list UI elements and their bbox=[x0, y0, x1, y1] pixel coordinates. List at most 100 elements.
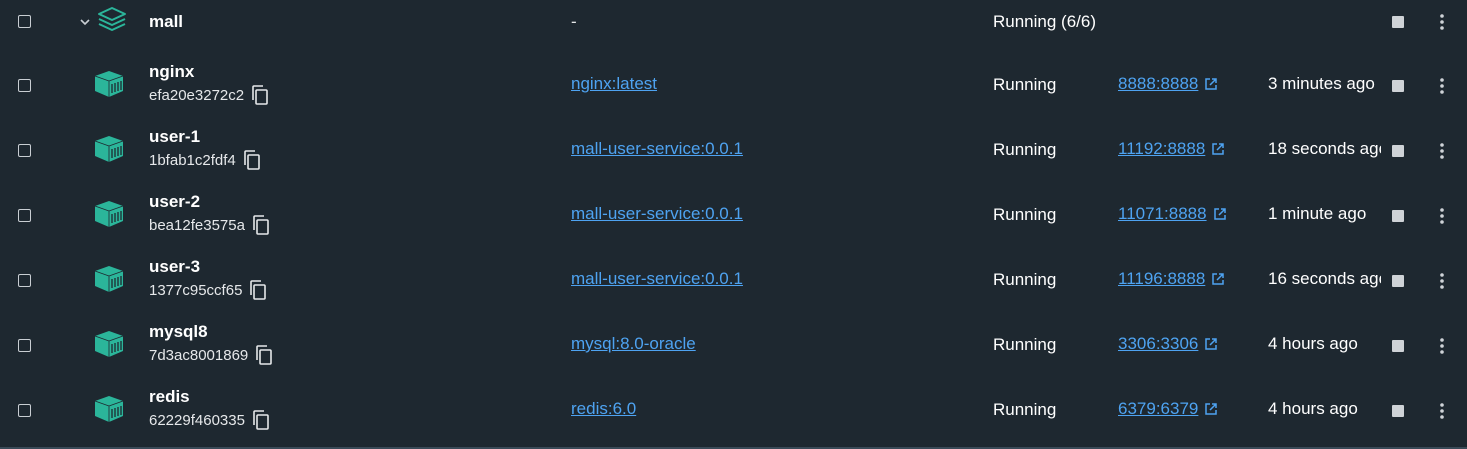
container-icon bbox=[94, 201, 124, 227]
image-link[interactable]: mall-user-service:0.0.1 bbox=[571, 139, 743, 159]
stop-button[interactable] bbox=[1392, 210, 1404, 222]
started-time: 18 seconds ago bbox=[1268, 139, 1381, 158]
chevron-down-icon[interactable] bbox=[78, 15, 92, 29]
image-link[interactable]: mall-user-service:0.0.1 bbox=[571, 269, 743, 289]
container-row[interactable]: user-3 1377c95ccf65 mall-user-service:0.… bbox=[0, 249, 1467, 314]
row-checkbox[interactable] bbox=[18, 144, 31, 157]
copy-icon[interactable] bbox=[251, 409, 271, 431]
more-options-icon[interactable] bbox=[1436, 77, 1448, 95]
copy-icon[interactable] bbox=[250, 84, 270, 106]
started-time: 1 minute ago bbox=[1268, 204, 1367, 223]
more-options-icon[interactable] bbox=[1436, 272, 1448, 290]
more-options-icon[interactable] bbox=[1436, 13, 1448, 31]
row-checkbox[interactable] bbox=[18, 339, 31, 352]
container-row[interactable]: user-1 1bfab1c2fdf4 mall-user-service:0.… bbox=[0, 119, 1467, 184]
stack-icon bbox=[98, 7, 126, 31]
group-image: - bbox=[571, 12, 577, 31]
container-name[interactable]: nginx bbox=[149, 62, 194, 82]
row-checkbox[interactable] bbox=[18, 209, 31, 222]
copy-icon[interactable] bbox=[251, 214, 271, 236]
external-link-icon[interactable] bbox=[1204, 337, 1218, 351]
group-status: Running (6/6) bbox=[993, 12, 1097, 31]
external-link-icon[interactable] bbox=[1211, 272, 1225, 286]
port-link[interactable]: 3306:3306 bbox=[1118, 334, 1218, 354]
container-row[interactable]: redis 62229f460335 redis:6.0 Running 637… bbox=[0, 379, 1467, 444]
image-link[interactable]: mysql:8.0-oracle bbox=[571, 334, 696, 354]
containers-table: mall - Running (6/6) nginx efa20e3272c2 bbox=[0, 0, 1467, 449]
container-icon bbox=[94, 266, 124, 292]
port-text[interactable]: 8888:8888 bbox=[1118, 74, 1198, 94]
external-link-icon[interactable] bbox=[1213, 207, 1227, 221]
container-id-text: 62229f460335 bbox=[149, 411, 245, 429]
row-checkbox[interactable] bbox=[18, 274, 31, 287]
container-status: Running bbox=[993, 270, 1057, 289]
stop-button[interactable] bbox=[1392, 405, 1404, 417]
container-id: efa20e3272c2 bbox=[149, 84, 270, 106]
container-icon bbox=[94, 396, 124, 422]
container-row[interactable]: nginx efa20e3272c2 nginx:latest Running … bbox=[0, 54, 1467, 119]
container-status: Running bbox=[993, 335, 1057, 354]
image-link[interactable]: mall-user-service:0.0.1 bbox=[571, 204, 743, 224]
container-row[interactable]: mysql8 7d3ac8001869 mysql:8.0-oracle Run… bbox=[0, 314, 1467, 379]
copy-icon[interactable] bbox=[254, 344, 274, 366]
port-text[interactable]: 11192:8888 bbox=[1118, 139, 1205, 159]
more-options-icon[interactable] bbox=[1436, 142, 1448, 160]
container-name[interactable]: user-1 bbox=[149, 127, 200, 147]
container-name[interactable]: mysql8 bbox=[149, 322, 208, 342]
port-text[interactable]: 11196:8888 bbox=[1118, 269, 1205, 289]
started-time: 16 seconds ago bbox=[1268, 269, 1381, 288]
container-row[interactable]: user-2 bea12fe3575a mall-user-service:0.… bbox=[0, 184, 1467, 249]
container-status: Running bbox=[993, 205, 1057, 224]
container-status: Running bbox=[993, 400, 1057, 419]
container-icon bbox=[94, 331, 124, 357]
row-checkbox[interactable] bbox=[18, 79, 31, 92]
port-link[interactable]: 11192:8888 bbox=[1118, 139, 1225, 159]
more-options-icon[interactable] bbox=[1436, 402, 1448, 420]
external-link-icon[interactable] bbox=[1204, 77, 1218, 91]
container-name[interactable]: redis bbox=[149, 387, 190, 407]
port-link[interactable]: 8888:8888 bbox=[1118, 74, 1218, 94]
container-id: 62229f460335 bbox=[149, 409, 271, 431]
container-name[interactable]: user-2 bbox=[149, 192, 200, 212]
port-text[interactable]: 11071:8888 bbox=[1118, 204, 1207, 224]
more-options-icon[interactable] bbox=[1436, 207, 1448, 225]
port-text[interactable]: 6379:6379 bbox=[1118, 399, 1198, 419]
container-id: 7d3ac8001869 bbox=[149, 344, 274, 366]
port-link[interactable]: 11196:8888 bbox=[1118, 269, 1225, 289]
external-link-icon[interactable] bbox=[1211, 142, 1225, 156]
image-link[interactable]: nginx:latest bbox=[571, 74, 657, 94]
container-id-text: 7d3ac8001869 bbox=[149, 346, 249, 364]
container-status: Running bbox=[993, 140, 1057, 159]
copy-icon[interactable] bbox=[248, 279, 268, 301]
group-name[interactable]: mall bbox=[149, 12, 183, 32]
container-id-text: 1377c95ccf65 bbox=[149, 281, 243, 299]
copy-icon[interactable] bbox=[242, 149, 262, 171]
container-id: 1bfab1c2fdf4 bbox=[149, 149, 262, 171]
group-checkbox[interactable] bbox=[18, 15, 31, 28]
started-time: 4 hours ago bbox=[1268, 399, 1358, 418]
stop-button[interactable] bbox=[1392, 80, 1404, 92]
container-id: bea12fe3575a bbox=[149, 214, 271, 236]
container-id-text: 1bfab1c2fdf4 bbox=[149, 151, 236, 169]
container-icon bbox=[94, 136, 124, 162]
more-options-icon[interactable] bbox=[1436, 337, 1448, 355]
stop-button[interactable] bbox=[1392, 16, 1404, 28]
container-name[interactable]: user-3 bbox=[149, 257, 200, 277]
port-text[interactable]: 3306:3306 bbox=[1118, 334, 1198, 354]
stop-button[interactable] bbox=[1392, 340, 1404, 352]
external-link-icon[interactable] bbox=[1204, 402, 1218, 416]
port-link[interactable]: 11071:8888 bbox=[1118, 204, 1227, 224]
row-checkbox[interactable] bbox=[18, 404, 31, 417]
port-link[interactable]: 6379:6379 bbox=[1118, 399, 1218, 419]
container-status: Running bbox=[993, 75, 1057, 94]
started-time: 3 minutes ago bbox=[1268, 74, 1375, 93]
container-id-text: bea12fe3575a bbox=[149, 216, 245, 234]
container-id-text: efa20e3272c2 bbox=[149, 86, 245, 104]
image-link[interactable]: redis:6.0 bbox=[571, 399, 636, 419]
container-icon bbox=[94, 71, 124, 97]
stop-button[interactable] bbox=[1392, 145, 1404, 157]
started-time: 4 hours ago bbox=[1268, 334, 1358, 353]
stop-button[interactable] bbox=[1392, 275, 1404, 287]
container-id: 1377c95ccf65 bbox=[149, 279, 268, 301]
compose-group-row[interactable]: mall - Running (6/6) bbox=[0, 0, 1467, 44]
